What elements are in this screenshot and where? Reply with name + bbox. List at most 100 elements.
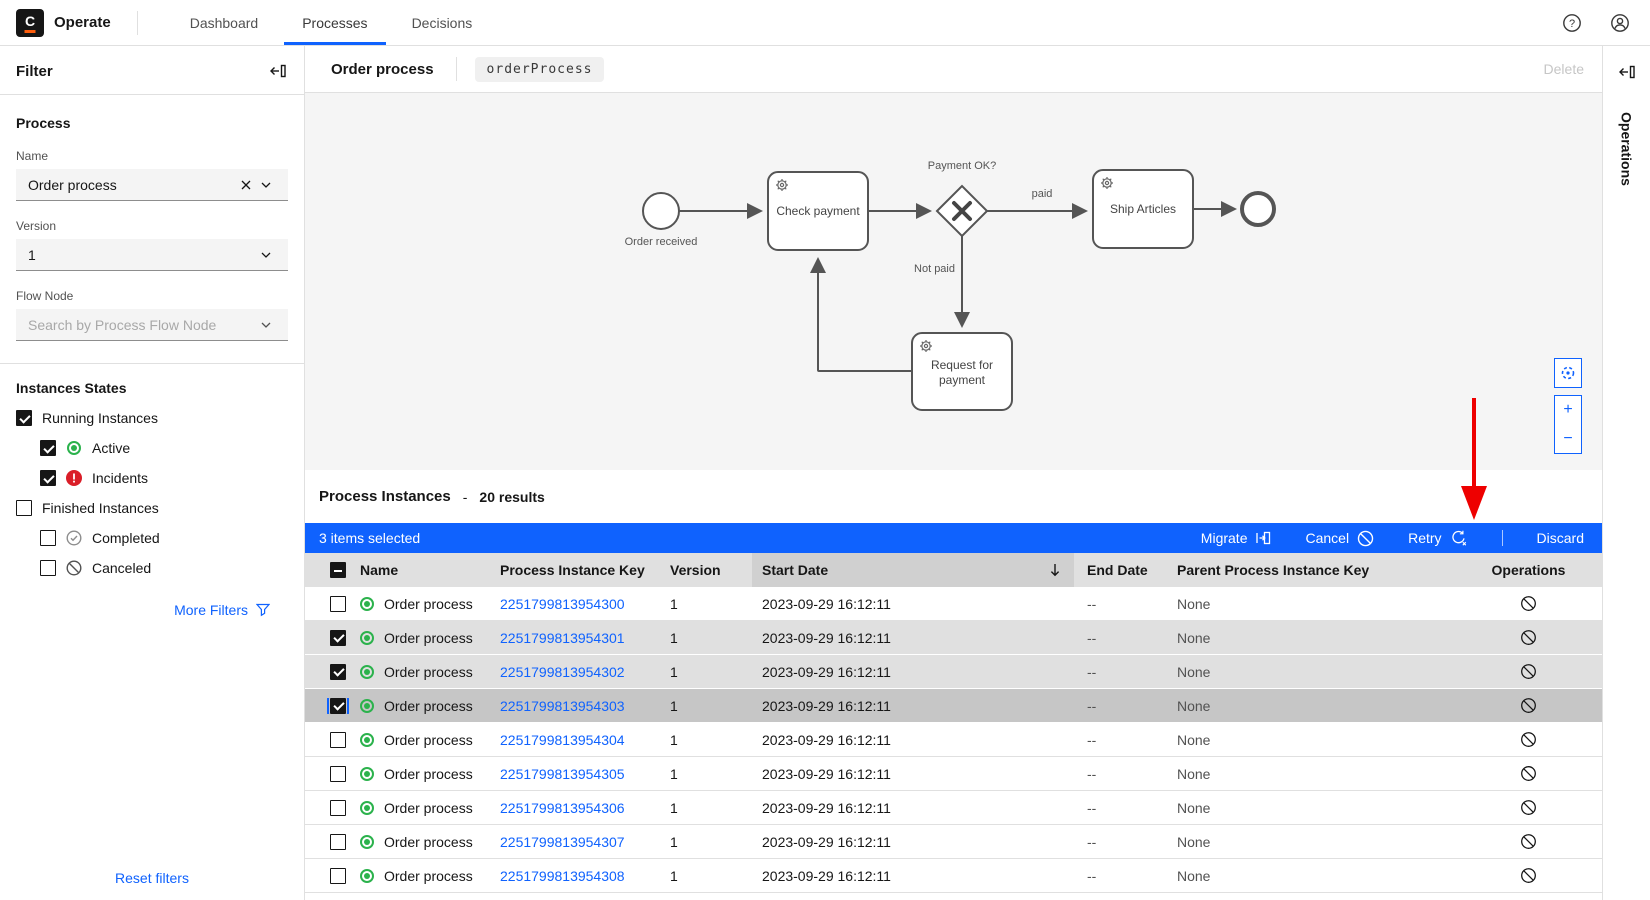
process-instance-key-link[interactable]: 2251799813954302 — [500, 664, 625, 680]
row-checkbox[interactable] — [330, 664, 346, 680]
cancel-button[interactable]: Cancel — [1305, 530, 1374, 547]
process-instances-table: Name Process Instance Key Version Start … — [305, 553, 1602, 893]
completed-filter[interactable]: Completed — [40, 530, 288, 546]
retry-button[interactable]: Retry — [1408, 530, 1467, 547]
running-instances-filter[interactable]: Running Instances — [16, 410, 288, 426]
row-parent-key: None — [1167, 596, 1455, 612]
filter-panel: Filter Process Name Order process Versio… — [0, 46, 305, 900]
finished-instances-checkbox[interactable] — [16, 500, 32, 516]
collapse-panel-icon[interactable] — [268, 61, 288, 81]
row-start-date: 2023-09-29 16:12:11 — [752, 664, 1074, 680]
gateway-label: Payment OK? — [928, 160, 996, 172]
process-name-select[interactable]: Order process — [16, 169, 288, 201]
tab-processes[interactable]: Processes — [280, 0, 389, 45]
process-instance-key-link[interactable]: 2251799813954304 — [500, 732, 625, 748]
reset-filters-link[interactable]: Reset filters — [0, 870, 304, 900]
col-version[interactable]: Version — [670, 562, 752, 578]
active-filter[interactable]: Active — [40, 440, 288, 456]
chevron-down-icon[interactable] — [256, 315, 276, 335]
flow-node-select[interactable]: Search by Process Flow Node — [16, 309, 288, 341]
incidents-checkbox[interactable] — [40, 470, 56, 486]
tab-dashboard[interactable]: Dashboard — [168, 0, 281, 45]
diagram-zoom-in-button[interactable]: + — [1554, 395, 1582, 425]
row-checkbox[interactable] — [330, 630, 346, 646]
migrate-button[interactable]: Migrate — [1201, 530, 1272, 546]
cancel-operation-icon[interactable] — [1520, 833, 1537, 850]
discard-button[interactable]: Discard — [1537, 530, 1584, 546]
running-instances-checkbox[interactable] — [16, 410, 32, 426]
process-instance-key-link[interactable]: 2251799813954305 — [500, 766, 625, 782]
diagram-reset-zoom-button[interactable] — [1554, 358, 1582, 388]
version-select[interactable]: 1 — [16, 239, 288, 271]
active-state-icon — [360, 665, 374, 679]
row-end-date: -- — [1074, 732, 1167, 748]
row-checkbox[interactable] — [330, 868, 346, 884]
finished-instances-filter[interactable]: Finished Instances — [16, 500, 288, 516]
table-row[interactable]: Order process 2251799813954308 1 2023-09… — [305, 859, 1602, 893]
incidents-filter[interactable]: Incidents — [40, 470, 288, 486]
start-event[interactable] — [643, 193, 679, 229]
select-all-checkbox[interactable] — [330, 562, 346, 578]
table-row[interactable]: Order process 2251799813954306 1 2023-09… — [305, 791, 1602, 825]
row-checkbox[interactable] — [330, 800, 346, 816]
table-row[interactable]: Order process 2251799813954305 1 2023-09… — [305, 757, 1602, 791]
cancel-operation-icon[interactable] — [1520, 765, 1537, 782]
cancel-operation-icon[interactable] — [1520, 697, 1537, 714]
row-checkbox[interactable] — [330, 766, 346, 782]
col-key[interactable]: Process Instance Key — [500, 562, 670, 578]
cancel-operation-icon[interactable] — [1520, 595, 1537, 612]
table-row[interactable]: Order process 2251799813954307 1 2023-09… — [305, 825, 1602, 859]
row-start-date: 2023-09-29 16:12:11 — [752, 630, 1074, 646]
diagram-zoom-out-button[interactable]: − — [1554, 424, 1582, 454]
completed-checkbox[interactable] — [40, 530, 56, 546]
cancel-operation-icon[interactable] — [1520, 731, 1537, 748]
process-instance-key-link[interactable]: 2251799813954308 — [500, 868, 625, 884]
clear-icon[interactable] — [236, 175, 256, 195]
active-checkbox[interactable] — [40, 440, 56, 456]
end-event[interactable] — [1242, 193, 1274, 225]
table-row[interactable]: Order process 2251799813954302 1 2023-09… — [305, 655, 1602, 689]
flow-request-to-check — [818, 259, 912, 371]
col-name[interactable]: Name — [355, 562, 500, 578]
process-instance-key-link[interactable]: 2251799813954301 — [500, 630, 625, 646]
sort-descending-icon[interactable] — [1048, 562, 1062, 578]
process-instance-key-link[interactable]: 2251799813954306 — [500, 800, 625, 816]
instances-header: Process Instances - 20 results — [305, 470, 1602, 523]
start-event-label: Order received — [625, 236, 698, 248]
table-row[interactable]: Order process 2251799813954301 1 2023-09… — [305, 621, 1602, 655]
delete-button[interactable]: Delete — [1544, 61, 1584, 77]
process-instance-key-link[interactable]: 2251799813954307 — [500, 834, 625, 850]
canceled-filter[interactable]: Canceled — [40, 560, 288, 576]
active-state-icon — [360, 597, 374, 611]
table-row[interactable]: Order process 2251799813954304 1 2023-09… — [305, 723, 1602, 757]
row-checkbox[interactable] — [330, 596, 346, 612]
user-icon[interactable] — [1604, 7, 1636, 39]
cancel-operation-icon[interactable] — [1520, 867, 1537, 884]
active-state-icon — [360, 869, 374, 883]
cancel-operation-icon[interactable] — [1520, 799, 1537, 816]
more-filters-button[interactable]: More Filters — [16, 602, 270, 618]
row-end-date: -- — [1074, 800, 1167, 816]
col-start-date[interactable]: Start Date — [752, 553, 1074, 587]
chevron-down-icon[interactable] — [256, 175, 276, 195]
row-checkbox[interactable] — [330, 732, 346, 748]
table-row[interactable]: Order process 2251799813954303 1 2023-09… — [305, 689, 1602, 723]
col-parent-key[interactable]: Parent Process Instance Key — [1167, 562, 1455, 578]
table-row[interactable]: Order process 2251799813954300 1 2023-09… — [305, 587, 1602, 621]
row-checkbox[interactable] — [330, 834, 346, 850]
row-checkbox[interactable] — [330, 698, 346, 714]
row-version: 1 — [670, 834, 752, 850]
cancel-operation-icon[interactable] — [1520, 663, 1537, 680]
chevron-down-icon[interactable] — [256, 245, 276, 265]
help-icon[interactable]: ? — [1556, 7, 1588, 39]
expand-panel-icon[interactable] — [1617, 62, 1637, 82]
canceled-checkbox[interactable] — [40, 560, 56, 576]
tab-decisions[interactable]: Decisions — [390, 0, 495, 45]
process-instance-key-link[interactable]: 2251799813954303 — [500, 698, 625, 714]
bpmn-diagram[interactable]: Order received Check payment Payment OK?… — [305, 93, 1602, 470]
col-end-date[interactable]: End Date — [1074, 562, 1167, 578]
cancel-operation-icon[interactable] — [1520, 629, 1537, 646]
process-instance-key-link[interactable]: 2251799813954300 — [500, 596, 625, 612]
brand[interactable]: C Operate — [0, 9, 111, 37]
active-state-icon — [360, 631, 374, 645]
